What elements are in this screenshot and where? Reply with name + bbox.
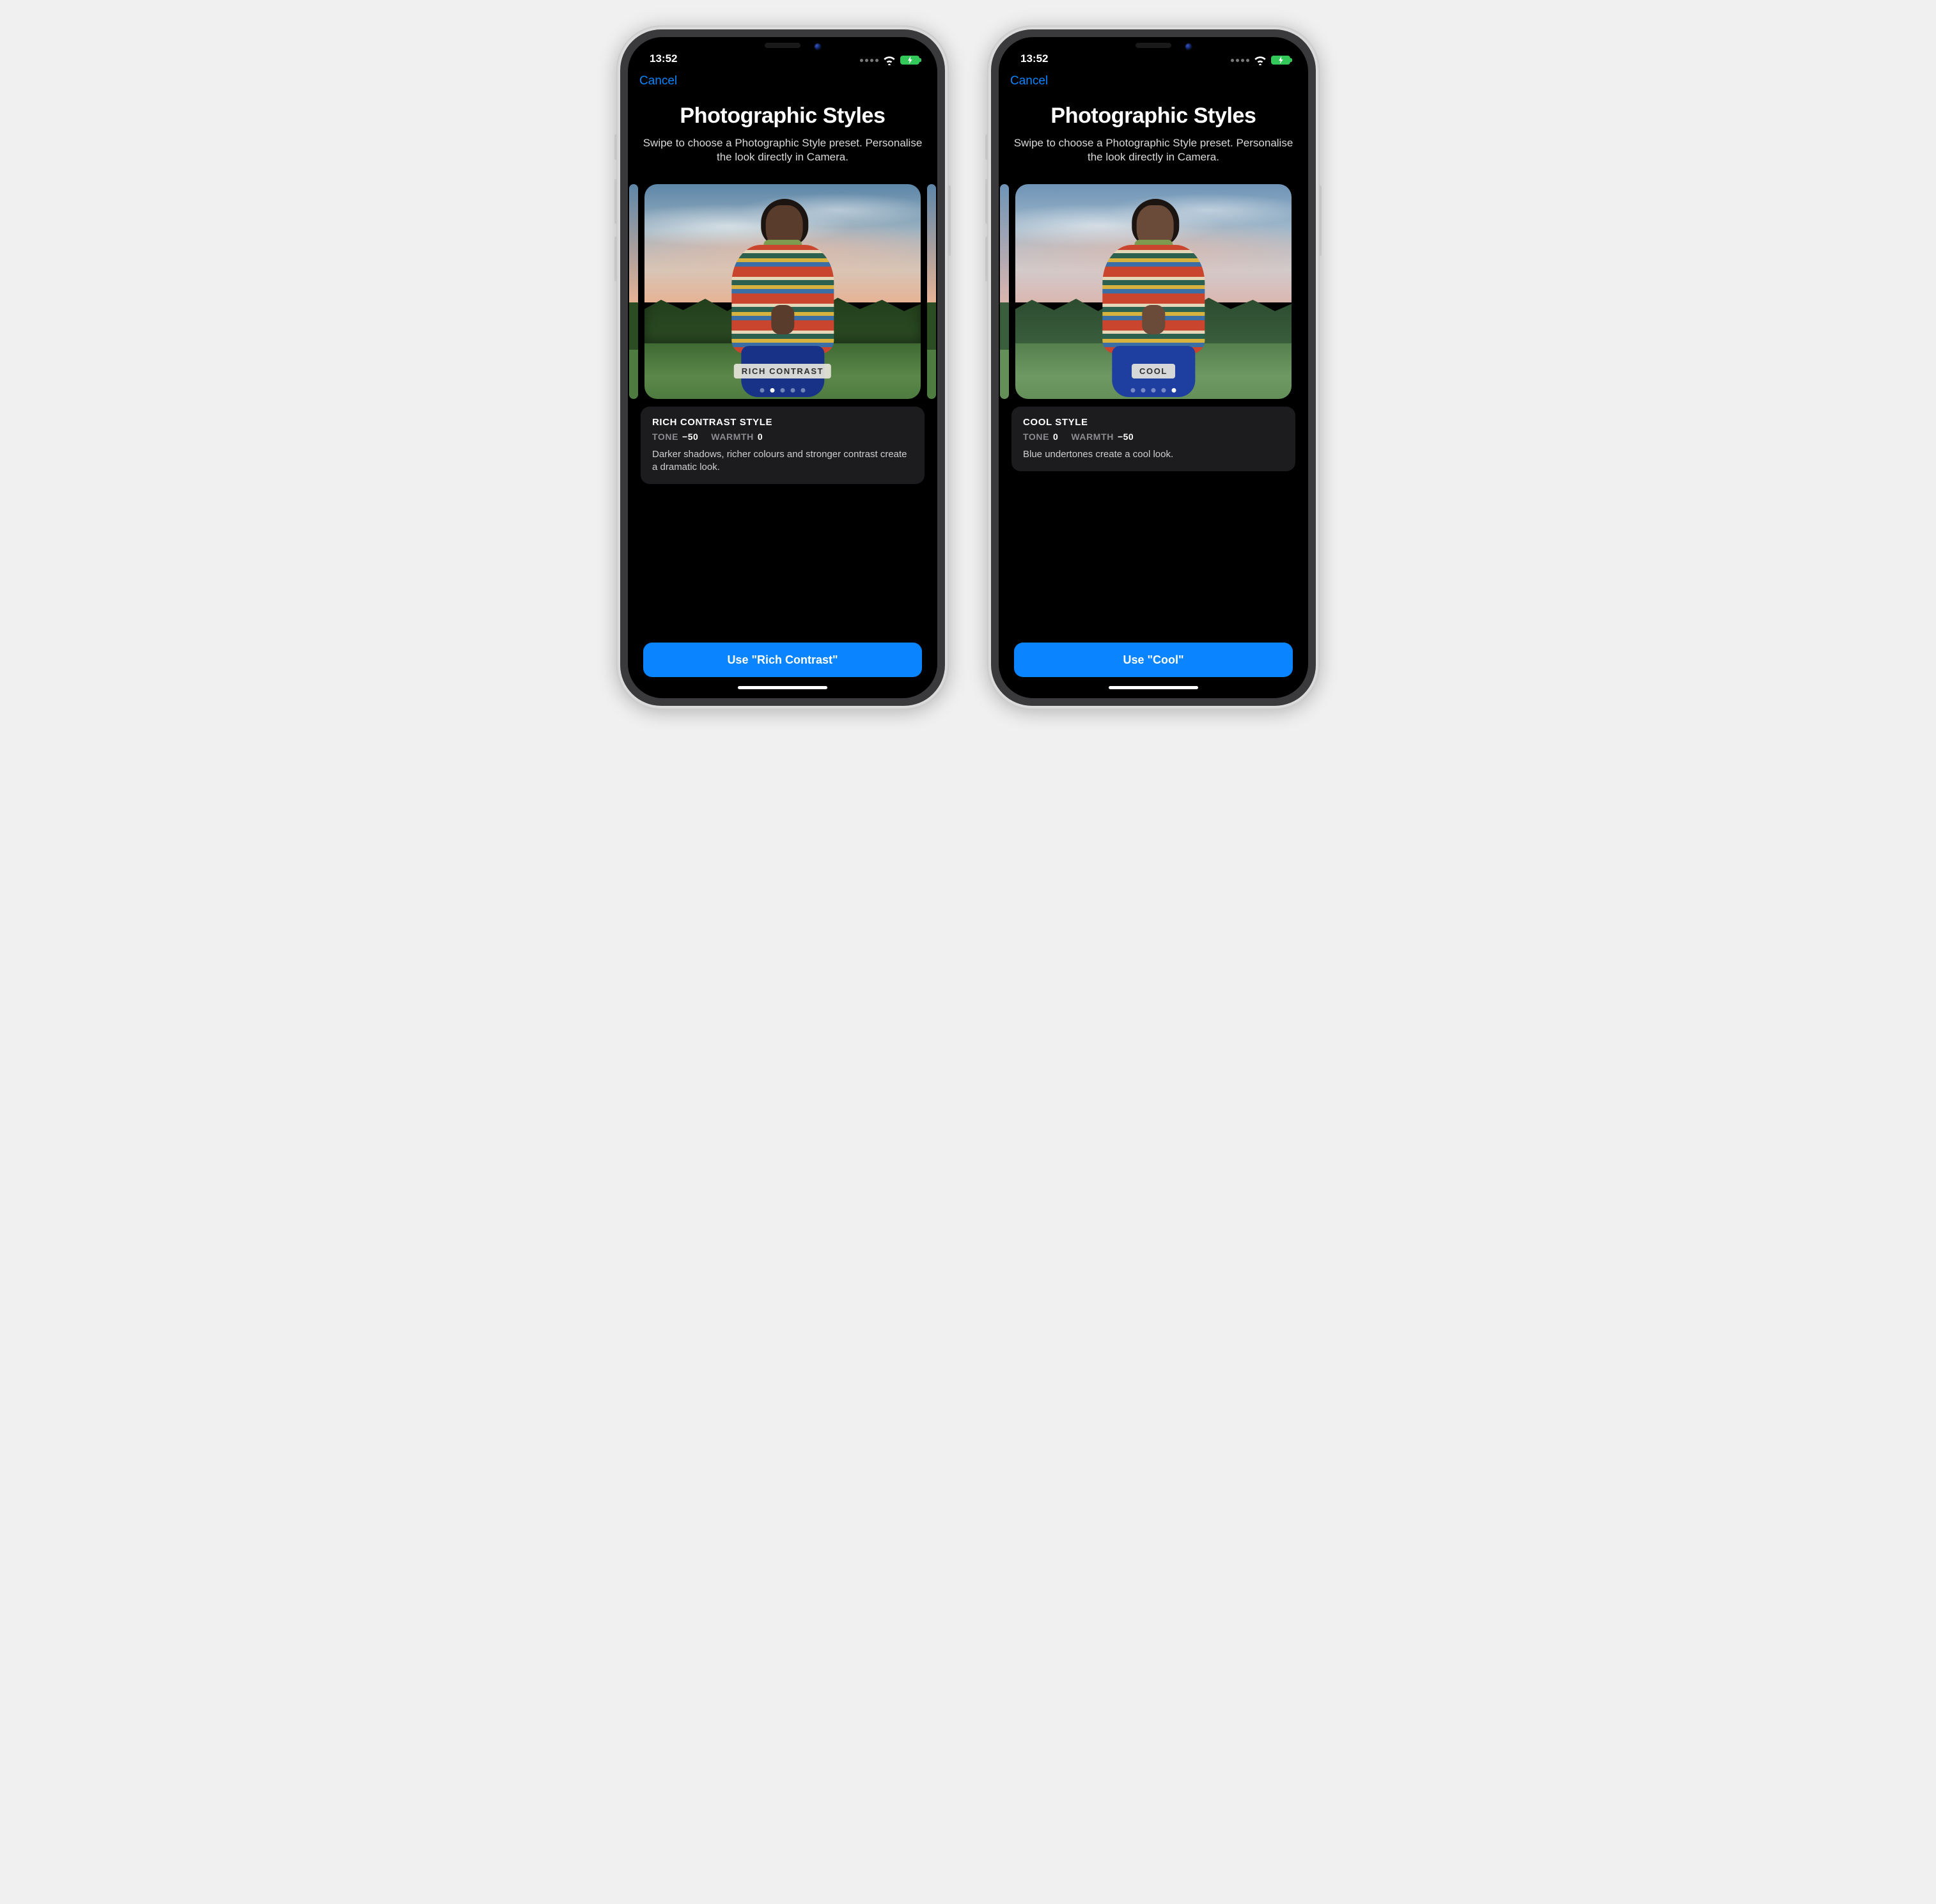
tone-label: TONE — [652, 432, 678, 442]
carousel-peek-right[interactable] — [927, 184, 936, 399]
style-info-card: COOL STYLE TONE 0 WARMTH −50 Blue underton… — [1011, 407, 1295, 471]
style-carousel[interactable]: RICH CONTRAST — [628, 184, 937, 399]
style-info-card: RICH CONTRAST STYLE TONE −50 WARMTH 0 Dark… — [641, 407, 925, 485]
warmth-value: 0 — [758, 432, 763, 442]
notch — [1093, 37, 1214, 56]
warmth-value: −50 — [1118, 432, 1134, 442]
tone-param: TONE 0 — [1023, 432, 1058, 442]
status-time: 13:52 — [650, 52, 677, 65]
device-frame-left: 13:52 Cancel Photographic Styles Swipe t… — [616, 26, 949, 710]
page-title: Photographic Styles — [642, 104, 923, 129]
tone-label: TONE — [1023, 432, 1049, 442]
tone-value: 0 — [1053, 432, 1058, 442]
page-indicator — [1131, 388, 1176, 393]
tone-value: −50 — [682, 432, 698, 442]
page-subtitle: Swipe to choose a Photographic Style pre… — [642, 136, 923, 165]
battery-charging-icon — [900, 56, 919, 65]
warmth-label: WARMTH — [1071, 432, 1114, 442]
page-title: Photographic Styles — [1013, 104, 1294, 129]
notch — [722, 37, 843, 56]
page-indicator — [760, 388, 806, 393]
style-preview-card[interactable]: COOL — [1015, 184, 1292, 399]
tone-param: TONE −50 — [652, 432, 698, 442]
wifi-icon — [883, 55, 896, 65]
carousel-peek-left[interactable] — [1000, 184, 1009, 399]
front-camera-icon — [1185, 43, 1192, 51]
front-camera-icon — [814, 43, 822, 51]
carousel-peek-left[interactable] — [629, 184, 638, 399]
cancel-button[interactable]: Cancel — [1010, 74, 1048, 88]
home-indicator[interactable] — [1109, 686, 1198, 689]
style-badge: RICH CONTRAST — [734, 364, 831, 378]
warmth-param: WARMTH −50 — [1071, 432, 1134, 442]
battery-charging-icon — [1271, 56, 1290, 65]
warmth-label: WARMTH — [711, 432, 754, 442]
page-subtitle: Swipe to choose a Photographic Style pre… — [1013, 136, 1294, 165]
style-preview-card[interactable]: RICH CONTRAST — [644, 184, 921, 399]
status-time: 13:52 — [1020, 52, 1048, 65]
wifi-icon — [1254, 55, 1267, 65]
style-badge: COOL — [1132, 364, 1175, 378]
use-style-button[interactable]: Use "Rich Contrast" — [643, 643, 922, 677]
cancel-button[interactable]: Cancel — [639, 74, 677, 88]
warmth-param: WARMTH 0 — [711, 432, 763, 442]
style-description: Darker shadows, richer colours and stron… — [652, 448, 913, 474]
cellular-icon — [860, 59, 878, 62]
style-name: COOL STYLE — [1023, 417, 1284, 428]
home-indicator[interactable] — [738, 686, 827, 689]
style-description: Blue undertones create a cool look. — [1023, 448, 1284, 461]
style-carousel[interactable]: COOL — [999, 184, 1308, 399]
device-frame-right: 13:52 Cancel Photographic Styles Swipe t… — [987, 26, 1320, 710]
cellular-icon — [1231, 59, 1249, 62]
use-style-button[interactable]: Use "Cool" — [1014, 643, 1293, 677]
style-name: RICH CONTRAST STYLE — [652, 417, 913, 428]
